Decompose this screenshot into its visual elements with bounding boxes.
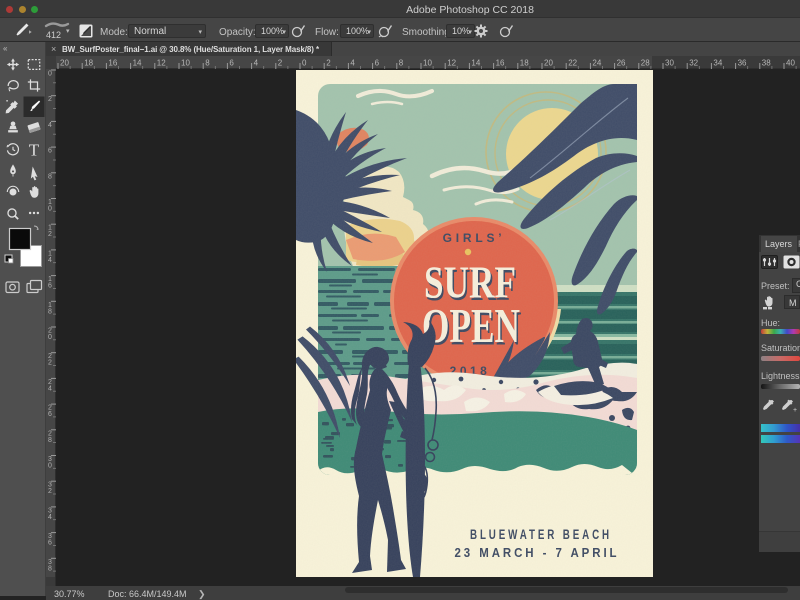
svg-text:6: 6 [229, 59, 234, 68]
svg-text:18: 18 [84, 59, 93, 68]
svg-text:8: 8 [48, 437, 52, 444]
svg-text:8: 8 [48, 565, 52, 572]
svg-text:2: 2 [48, 488, 52, 495]
svg-text:8: 8 [399, 59, 404, 68]
svg-text:16: 16 [108, 59, 117, 68]
svg-text:10: 10 [181, 59, 190, 68]
svg-text:6: 6 [48, 283, 52, 290]
svg-text:2: 2 [48, 96, 52, 103]
svg-text:12: 12 [447, 59, 456, 68]
svg-text:4: 4 [48, 257, 52, 264]
svg-text:26: 26 [617, 59, 626, 68]
svg-text:T: T [29, 141, 40, 160]
svg-text:8: 8 [48, 308, 52, 315]
svg-text:+: + [793, 407, 797, 414]
svg-text:10: 10 [423, 59, 432, 68]
svg-text:4: 4 [48, 385, 52, 392]
svg-text:6: 6 [375, 59, 380, 68]
svg-text:32: 32 [689, 59, 698, 68]
svg-text:2: 2 [326, 59, 331, 68]
svg-text:2: 2 [48, 231, 52, 238]
svg-text:18: 18 [520, 59, 529, 68]
svg-text:6: 6 [48, 148, 52, 155]
svg-text:0: 0 [48, 463, 52, 470]
svg-text:6: 6 [48, 411, 52, 418]
svg-text:36: 36 [738, 59, 747, 68]
svg-text:0: 0 [48, 71, 52, 78]
svg-text:14: 14 [133, 59, 142, 68]
svg-text:8: 8 [205, 59, 210, 68]
svg-text:40: 40 [786, 59, 795, 68]
svg-text:2: 2 [48, 360, 52, 367]
svg-text:4: 4 [48, 122, 52, 129]
svg-text:2: 2 [278, 59, 283, 68]
svg-text:4: 4 [254, 59, 259, 68]
svg-text:6: 6 [48, 540, 52, 547]
svg-text:«: « [3, 44, 8, 53]
svg-text:28: 28 [641, 59, 650, 68]
svg-text:8: 8 [48, 173, 52, 180]
svg-text:16: 16 [496, 59, 505, 68]
svg-text:20: 20 [60, 59, 69, 68]
svg-text:12: 12 [157, 59, 166, 68]
svg-text:0: 0 [48, 206, 52, 213]
svg-text:34: 34 [713, 59, 722, 68]
svg-text:20: 20 [544, 59, 553, 68]
svg-text:14: 14 [471, 59, 480, 68]
svg-text:24: 24 [592, 59, 601, 68]
svg-text:22: 22 [568, 59, 577, 68]
svg-text:4: 4 [48, 514, 52, 521]
svg-text:30: 30 [665, 59, 674, 68]
svg-text:0: 0 [302, 59, 307, 68]
svg-text:4: 4 [350, 59, 355, 68]
svg-text:0: 0 [48, 334, 52, 341]
svg-text:38: 38 [762, 59, 771, 68]
